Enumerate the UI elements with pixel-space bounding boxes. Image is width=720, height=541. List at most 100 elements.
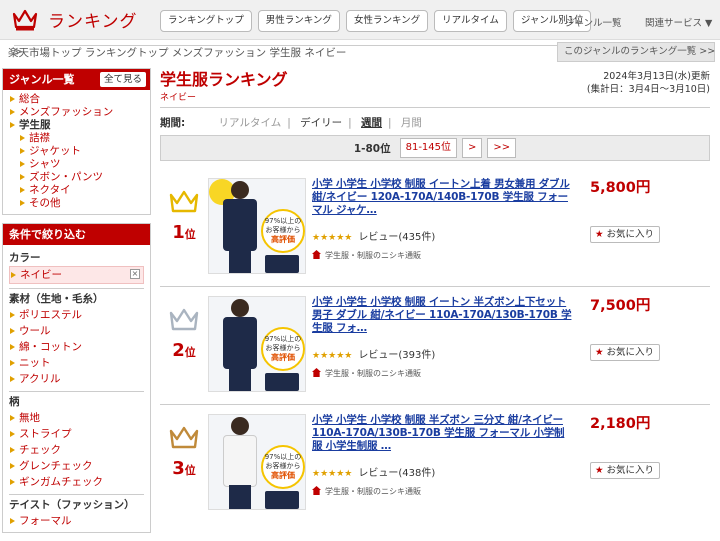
genre-item[interactable]: メンズファッション — [9, 106, 150, 119]
product-name-link[interactable]: 小学 小学生 小学校 制服 半ズボン 三分丈 紺/ネイビー 110A-170A/… — [312, 414, 574, 453]
remove-filter-icon[interactable]: × — [130, 269, 140, 279]
pattern-option[interactable]: ストライプ — [9, 426, 144, 442]
bronze-crown-icon — [169, 426, 199, 449]
pattern-option[interactable]: 無地 — [9, 410, 144, 426]
tab-women-ranking[interactable]: 女性ランキング — [345, 10, 429, 32]
rank-badge: 3位 — [164, 424, 204, 479]
shop-link[interactable]: 学生服・制服のニシキ通販 — [312, 250, 421, 261]
pager-next-range[interactable]: 81-145位 — [399, 138, 458, 158]
updated-date: 2024年3月13日(水)更新 — [603, 71, 710, 82]
filter-sections: カラー ネイビー × 素材（生地・毛糸） ポリエステル ウール 綿・コットン ニ… — [3, 245, 150, 532]
genre-subitem[interactable]: ネクタイ — [19, 184, 150, 197]
genre-box: ジャンル一覧 全て見る 総合 メンズファッション 学生服 詰襟 ジャケット シャ… — [2, 68, 151, 215]
product-price: 5,800円 — [590, 180, 651, 196]
star-icon: ★ — [595, 347, 604, 358]
tab-ranking-top[interactable]: ランキングトップ — [160, 10, 252, 32]
period-range: (集計日：3月4日～3月10日) — [586, 84, 710, 95]
pattern-option[interactable]: ギンガムチェック — [9, 474, 144, 490]
star-icon: ★ — [595, 465, 604, 476]
product-image[interactable]: 97%以上の お客様から 高評価 — [208, 178, 306, 274]
product-image[interactable]: 97%以上の お客様から 高評価 — [208, 296, 306, 392]
product-image[interactable]: 97%以上の お客様から 高評価 — [208, 414, 306, 510]
genre-heading-label: ジャンル一覧 — [9, 73, 75, 86]
period-daily[interactable]: デイリー — [300, 117, 342, 129]
rank-number: 2位 — [172, 340, 196, 361]
genre-subitem[interactable]: 詰襟 — [19, 132, 150, 145]
shop-link[interactable]: 学生服・制服のニシキ通販 — [312, 486, 421, 497]
shop-home-icon — [312, 486, 321, 495]
pattern-heading: 柄 — [9, 396, 20, 408]
top-bar: ランキング ランキングトップ 男性ランキング 女性ランキング リアルタイム ジャ… — [0, 0, 720, 40]
genre-list-link[interactable]: ジャンル一覧 — [565, 15, 622, 29]
color-filter-label: ネイビー — [20, 269, 62, 281]
taste-option[interactable]: フォーマル — [9, 513, 144, 529]
genre-subitem[interactable]: ジャケット — [19, 145, 150, 158]
page-title: 学生服ランキング — [160, 70, 288, 89]
genre-subitem[interactable]: ズボン・パンツ — [19, 171, 150, 184]
filter-heading: 条件で絞り込む — [3, 224, 150, 245]
product-name-link[interactable]: 小学 小学生 小学校 制服 イートン 半ズボン上下セット 男子 ダブル 紺/ネイ… — [312, 296, 574, 335]
gold-crown-icon — [169, 190, 199, 213]
star-icon: ★ — [595, 229, 604, 240]
update-info: 2024年3月13日(水)更新 (集計日：3月4日～3月10日) — [587, 70, 710, 96]
review-link[interactable]: レビュー(435件) — [358, 232, 435, 243]
genre-subitem[interactable]: その他 — [19, 197, 150, 210]
material-option[interactable]: ニット — [9, 355, 144, 371]
shop-home-icon — [312, 250, 321, 259]
product-name-link[interactable]: 小学 小学生 小学校 制服 イートン上着 男女兼用 ダブル 紺/ネイビー 120… — [312, 178, 574, 217]
genre-item-current: 学生服 — [9, 119, 150, 132]
product-price: 7,500円 — [590, 298, 651, 314]
filter-box: 条件で絞り込む カラー ネイビー × 素材（生地・毛糸） ポリエステル ウール … — [2, 223, 151, 533]
pager-next-button[interactable]: > — [462, 138, 483, 158]
pattern-option[interactable]: チェック — [9, 442, 144, 458]
product-price: 2,180円 — [590, 416, 651, 432]
period-label: 期間: — [160, 117, 186, 129]
ranking-nav: ランキングトップ 男性ランキング 女性ランキング リアルタイム ジャンル別1位 — [160, 10, 592, 32]
favorite-button[interactable]: ★ お気に入り — [590, 462, 661, 479]
crown-icon — [12, 9, 38, 30]
period-monthly: 月間 — [400, 117, 422, 129]
review-link[interactable]: レビュー(393件) — [358, 350, 435, 361]
genre-heading: ジャンル一覧 全て見る — [3, 69, 150, 90]
genre-ranking-list-link[interactable]: このジャンルのランキング一覧 >> — [557, 42, 715, 62]
taste-heading: テイスト（ファッション） — [9, 499, 135, 511]
tab-men-ranking[interactable]: 男性ランキング — [257, 10, 340, 32]
genre-subitem[interactable]: シャツ — [19, 158, 150, 171]
pager-current: 1-80位 — [353, 142, 391, 155]
material-option[interactable]: 綿・コットン — [9, 339, 144, 355]
rating-badge: 97%以上の お客様から 高評価 — [261, 209, 305, 253]
shop-home-icon — [312, 368, 321, 377]
material-option[interactable]: ウール — [9, 323, 144, 339]
ranking-logo[interactable]: ランキング — [12, 7, 138, 32]
pattern-option[interactable]: グレンチェック — [9, 458, 144, 474]
ranking-item: 2位 97%以上の お客様から 高評価 小学 小学生 小学校 制服 イートン 半ズボ… — [160, 296, 710, 406]
genre-item[interactable]: 総合 — [9, 93, 150, 106]
review-stars: ★★★★★ レビュー(435件) — [312, 232, 436, 243]
review-stars: ★★★★★ レビュー(438件) — [312, 468, 436, 479]
favorite-button[interactable]: ★ お気に入り — [590, 226, 661, 243]
tab-realtime[interactable]: リアルタイム — [434, 10, 507, 32]
rank-badge: 2位 — [164, 306, 204, 361]
breadcrumb: 楽天市場トップ > ランキングトップ > メンズファッション > 学生服 > ネイビー — [8, 45, 564, 60]
review-link[interactable]: レビュー(438件) — [358, 468, 435, 479]
related-services-menu[interactable]: 関連サービス ▼ — [645, 15, 712, 29]
ranking-item: 3位 97%以上の お客様から 高評価 小学 小学生 小学校 制服 半ズボン 三分丈… — [160, 414, 710, 524]
rank-number: 3位 — [172, 458, 196, 479]
silver-crown-icon — [169, 308, 199, 331]
rating-badge: 97%以上の お客様から 高評価 — [261, 327, 305, 371]
color-filter-selected[interactable]: ネイビー × — [9, 266, 144, 284]
pager-last-button[interactable]: >> — [487, 138, 517, 158]
color-heading: カラー — [9, 252, 41, 264]
ranking-item: 1位 97%以上の お客様から 高評価 小学 小学生 小学校 制服 イートン上着 男… — [160, 178, 710, 288]
show-all-button[interactable]: 全て見る — [99, 72, 146, 87]
favorite-button[interactable]: ★ お気に入り — [590, 344, 661, 361]
shop-link[interactable]: 学生服・制服のニシキ通販 — [312, 368, 421, 379]
review-stars: ★★★★★ レビュー(393件) — [312, 350, 436, 361]
ranking-title: ランキング — [48, 12, 138, 32]
genre-list: 総合 メンズファッション 学生服 詰襟 ジャケット シャツ ズボン・パンツ ネク… — [3, 90, 150, 214]
period-selector: 期間: リアルタイム | デイリー | 週間 | 月間 — [160, 117, 422, 129]
material-option[interactable]: ポリエステル — [9, 307, 144, 323]
period-weekly: 週間 — [361, 117, 383, 129]
material-option[interactable]: アクリル — [9, 371, 144, 387]
rating-badge: 97%以上の お客様から 高評価 — [261, 445, 305, 489]
